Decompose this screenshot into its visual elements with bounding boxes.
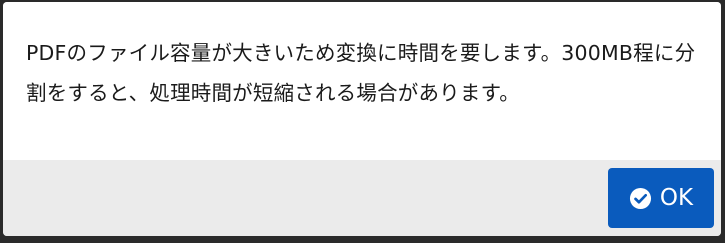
dialog-message: PDFのファイル容量が大きいため変換に時間を要します。300MB程に分割をすると… (26, 41, 696, 105)
check-circle-icon (629, 187, 652, 210)
message-dialog: PDFのファイル容量が大きいため変換に時間を要します。300MB程に分割をすると… (3, 2, 721, 236)
dialog-footer: OK (3, 160, 721, 236)
ok-button[interactable]: OK (608, 168, 714, 228)
ok-button-label: OK (659, 185, 694, 211)
dialog-body: PDFのファイル容量が大きいため変換に時間を要します。300MB程に分割をすると… (3, 2, 721, 160)
